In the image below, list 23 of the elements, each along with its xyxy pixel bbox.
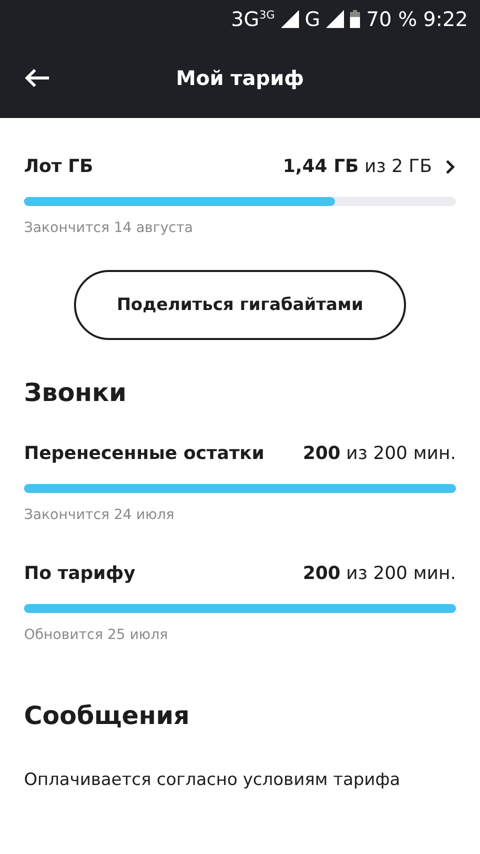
network-type: 3G$^{3G}$	[231, 7, 275, 31]
share-button[interactable]: Поделиться гигабайтами	[74, 270, 406, 340]
network-type: G	[304, 7, 320, 31]
quota-value: 200 из 200 мин.	[302, 563, 456, 584]
quota-label: По тарифу	[24, 563, 136, 584]
quota-label: Перенесенные остатки	[24, 443, 264, 464]
chevron-right-icon[interactable]	[444, 158, 456, 174]
quota-value: 1,44 ГБ из 2 ГБ	[282, 156, 432, 177]
back-icon[interactable]	[24, 68, 50, 88]
quota-value: 200 из 200 мин.	[302, 443, 456, 464]
battery-percent: 70 %	[366, 7, 418, 31]
quota-label: Лот ГБ	[24, 156, 94, 177]
quota-note: Закончится 14 августа	[24, 220, 194, 236]
signal-icon	[326, 10, 344, 28]
screen-title: Мой тариф	[175, 66, 305, 90]
battery-icon	[350, 10, 360, 28]
section-text: Оплачивается согласно условиям тарифа	[24, 770, 402, 790]
quota-note: Обновится 25 июля	[24, 627, 169, 643]
section-heading: Сообщения	[24, 701, 191, 730]
section-heading: Звонки	[24, 378, 128, 407]
clock: 9:22	[423, 7, 468, 31]
signal-icon	[280, 10, 299, 28]
quota-note: Закончится 24 июля	[24, 507, 176, 523]
